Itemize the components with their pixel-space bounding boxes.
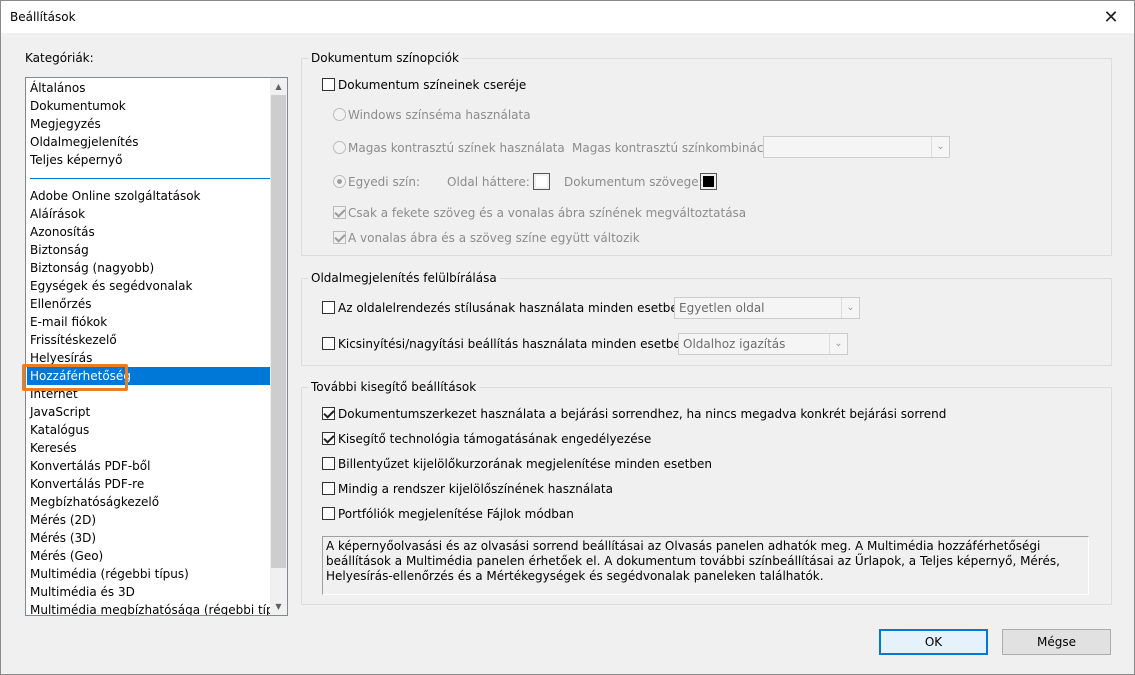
category-item[interactable]: Multimédia megbízhatósága (régebbi típus… [27, 601, 287, 615]
info-text-box: A képernyőolvasási és az olvasási sorren… [322, 536, 1089, 595]
scroll-up-icon[interactable]: ▲ [270, 78, 287, 95]
category-item[interactable]: E-mail fiókok [27, 313, 270, 331]
chevron-down-icon: ⌄ [841, 298, 859, 318]
categories-list[interactable]: Általános Dokumentumok Megjegyzés Oldalmegj… [25, 77, 288, 616]
replace-colors-checkbox[interactable] [322, 78, 335, 91]
chevron-down-icon: ⌄ [829, 334, 847, 354]
layout-style-checkbox[interactable] [322, 301, 335, 314]
category-item[interactable]: Egységek és segédvonalak [27, 277, 270, 295]
categories-label: Kategóriák: [25, 51, 94, 65]
category-item[interactable]: Biztonság [27, 241, 270, 259]
accessibility-option-label: Mindig a rendszer kijelölőszínének haszn… [338, 482, 613, 496]
accessibility-option-label: Billentyűzet kijelölőkurzorának megjelen… [338, 457, 712, 471]
only-black-text-checkbox[interactable] [333, 206, 346, 219]
close-icon[interactable]: ✕ [1088, 1, 1134, 33]
custom-color-radio[interactable] [333, 175, 346, 188]
high-contrast-label: Magas kontrasztú színek használata [348, 141, 565, 155]
layout-style-combo[interactable]: Egyetlen oldal ⌄ [674, 297, 860, 319]
high-contrast-combo-label: Magas kontrasztú színkombináció: [572, 141, 779, 155]
doc-text-label: Dokumentum szövege: [564, 175, 703, 189]
category-item[interactable]: Konvertálás PDF-ből [27, 457, 270, 475]
only-black-text-label: Csak a fekete szöveg és a vonalas ábra s… [348, 206, 747, 220]
zoom-setting-checkbox[interactable] [322, 337, 335, 350]
accessibility-option-checkbox[interactable] [322, 507, 335, 520]
category-item[interactable]: Konvertálás PDF-re [27, 475, 270, 493]
line-art-together-checkbox[interactable] [333, 231, 346, 244]
category-item[interactable]: JavaScript [27, 403, 270, 421]
accessibility-option-checkbox[interactable] [322, 482, 335, 495]
accessibility-option-label: Dokumentumszerkezet használata a bejárás… [338, 407, 947, 421]
windows-theme-radio[interactable] [333, 108, 346, 121]
window-title: Beállítások [10, 10, 76, 24]
category-item[interactable]: Azonosítás [27, 223, 270, 241]
ok-button[interactable]: OK [879, 629, 988, 655]
category-item[interactable]: Frissítéskezelő [27, 331, 270, 349]
other-options-title: További kisegítő beállítások [308, 380, 480, 394]
zoom-setting-label: Kicsinyítési/nagyítási beállítás használ… [338, 337, 689, 351]
accessibility-option-checkbox[interactable] [322, 407, 335, 420]
category-item[interactable]: Megjegyzés [27, 115, 270, 133]
doc-text-swatch[interactable] [700, 173, 717, 190]
title-bar: Beállítások ✕ [1, 1, 1134, 33]
category-item[interactable]: Mérés (Geo) [27, 547, 270, 565]
category-item[interactable]: Megbízhatóságkezelő [27, 493, 270, 511]
list-scrollbar[interactable]: ▲ ▼ [270, 78, 287, 615]
category-item[interactable]: Teljes képernyő [27, 151, 270, 169]
chevron-down-icon: ⌄ [931, 137, 949, 157]
doc-text-color [703, 176, 714, 187]
page-display-title: Oldalmegjelenítés felülbírálása [308, 271, 500, 285]
replace-colors-label: Dokumentum színeinek cseréje [338, 78, 527, 92]
category-item[interactable]: Biztonság (nagyobb) [27, 259, 270, 277]
page-background-color [536, 176, 547, 187]
doc-colors-title: Dokumentum színopciók [308, 51, 462, 65]
accessibility-option-label: Kisegítő technológia támogatásának enged… [338, 432, 652, 446]
category-item[interactable]: Adobe Online szolgáltatások [27, 187, 270, 205]
zoom-setting-combo[interactable]: Oldalhoz igazítás ⌄ [678, 333, 848, 355]
scroll-down-icon[interactable]: ▼ [270, 598, 287, 615]
page-background-swatch[interactable] [533, 173, 550, 190]
high-contrast-combo[interactable]: ⌄ [763, 136, 950, 158]
category-item[interactable]: Katalógus [27, 421, 270, 439]
layout-style-value: Egyetlen oldal [679, 301, 765, 315]
category-item[interactable]: Multimédia (régebbi típus) [27, 565, 270, 583]
category-item[interactable]: Ellenőrzés [27, 295, 270, 313]
selection-highlight-frame [22, 364, 128, 391]
category-item[interactable]: Multimédia és 3D [27, 583, 270, 601]
page-background-label: Oldal háttere: [447, 175, 530, 189]
category-item[interactable]: Általános [27, 79, 270, 97]
category-item[interactable]: Dokumentumok [27, 97, 270, 115]
high-contrast-radio[interactable] [333, 141, 346, 154]
list-separator [30, 178, 270, 179]
category-item[interactable]: Keresés [27, 439, 270, 457]
category-item[interactable]: Aláírások [27, 205, 270, 223]
category-item[interactable]: Mérés (3D) [27, 529, 270, 547]
layout-style-label: Az oldalelrendezés stílusának használata… [338, 301, 686, 315]
custom-color-label: Egyedi szín: [348, 175, 420, 189]
windows-theme-label: Windows színséma használata [348, 108, 531, 122]
cancel-button[interactable]: Mégse [1002, 629, 1111, 655]
settings-dialog: Beállítások ✕ Kategóriák: Általános Dokum… [0, 0, 1135, 675]
scroll-thumb[interactable] [271, 95, 286, 568]
line-art-together-label: A vonalas ábra és a szöveg színe együtt … [348, 231, 640, 245]
category-item[interactable]: Mérés (2D) [27, 511, 270, 529]
accessibility-option-checkbox[interactable] [322, 432, 335, 445]
category-item[interactable]: Oldalmegjelenítés [27, 133, 270, 151]
zoom-setting-value: Oldalhoz igazítás [683, 337, 786, 351]
accessibility-option-label: Portfóliók megjelenítése Fájlok módban [338, 507, 574, 521]
accessibility-option-checkbox[interactable] [322, 457, 335, 470]
